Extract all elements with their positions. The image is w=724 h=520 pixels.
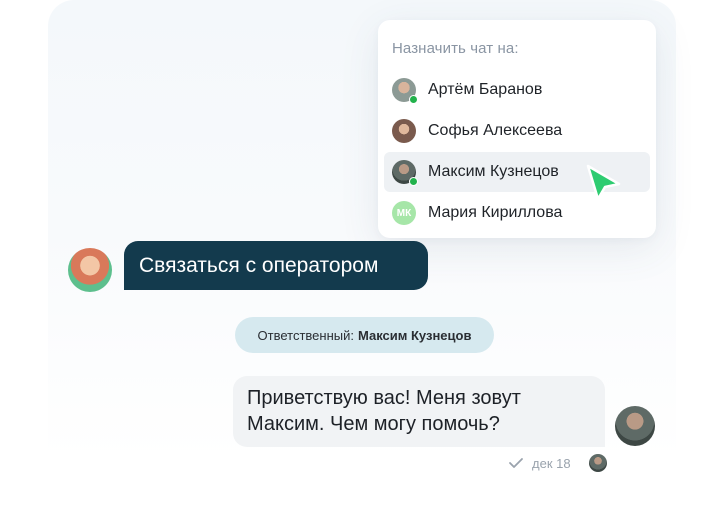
assign-chat-menu: Назначить чат на: Артём Баранов Софья Ал… bbox=[378, 20, 656, 238]
user-avatar bbox=[68, 248, 112, 292]
menu-item-sofya[interactable]: Софья Алексеева bbox=[384, 111, 650, 151]
avatar bbox=[392, 160, 418, 186]
message-timestamp: дек 18 bbox=[532, 455, 571, 471]
cursor-pointer-icon bbox=[586, 164, 621, 201]
operator-message-line: Приветствую вас! Меня зовут bbox=[247, 387, 521, 409]
agent-name: Мария Кириллова bbox=[428, 204, 563, 221]
assignee-label: Ответственный: bbox=[257, 327, 354, 343]
checkmark-icon bbox=[509, 458, 523, 468]
agent-name: Софья Алексеева bbox=[428, 122, 563, 139]
agent-name: Артём Баранов bbox=[428, 81, 543, 98]
assignee-name: Максим Кузнецов bbox=[357, 327, 472, 343]
menu-title: Назначить чат на: bbox=[392, 40, 519, 57]
online-status-icon bbox=[409, 95, 418, 104]
operator-message-line: Максим. Чем могу помочь? bbox=[247, 413, 500, 435]
operator-message-bubble: Приветствую вас! Меня зовут Максим. Чем … bbox=[233, 376, 605, 447]
avatar bbox=[392, 119, 416, 143]
online-status-icon bbox=[409, 177, 418, 186]
avatar bbox=[392, 78, 418, 104]
menu-item-artem[interactable]: Артём Баранов bbox=[384, 70, 650, 110]
read-receipt-avatar bbox=[588, 454, 607, 472]
message-meta: дек 18 bbox=[508, 452, 607, 474]
operator-avatar bbox=[615, 406, 655, 446]
agent-name: Максим Кузнецов bbox=[428, 163, 559, 180]
avatar-initials: МК bbox=[392, 201, 416, 225]
avatar: МК bbox=[392, 201, 416, 225]
user-message-bubble: Связаться с оператором bbox=[124, 241, 428, 290]
assignee-badge: Ответственный: Максим Кузнецов bbox=[235, 317, 494, 353]
